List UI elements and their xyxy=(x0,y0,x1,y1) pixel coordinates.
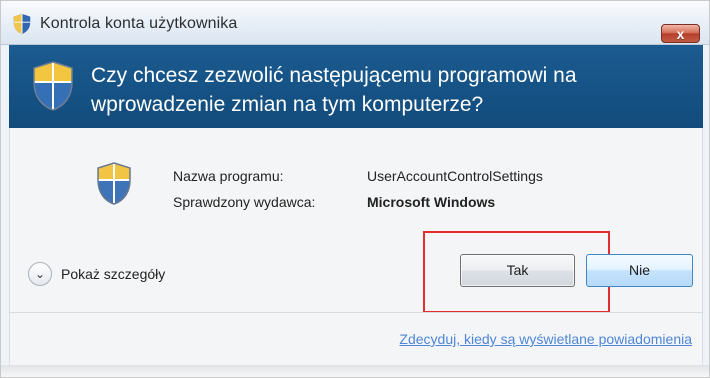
shield-icon xyxy=(97,162,131,205)
shield-icon xyxy=(33,61,73,111)
program-name-value: UserAccountControlSettings xyxy=(367,168,543,184)
uac-dialog-window: Kontrola konta użytkownika x Czy chcesz … xyxy=(0,0,710,378)
program-name-label: Nazwa programu: xyxy=(173,168,284,184)
shield-icon xyxy=(13,13,31,35)
show-details-toggle[interactable]: ⌄ Pokaż szczegóły xyxy=(28,262,165,286)
notification-settings-link[interactable]: Zdecyduj, kiedy są wyświetlane powiadomi… xyxy=(399,331,692,347)
bottom-frame xyxy=(1,365,709,377)
title-bar: Kontrola konta użytkownika x xyxy=(1,1,709,45)
divider xyxy=(10,312,702,313)
publisher-value: Microsoft Windows xyxy=(367,194,496,210)
no-button[interactable]: Nie xyxy=(586,254,693,287)
warning-banner: Czy chcesz zezwolić następującemu progra… xyxy=(9,45,703,128)
uac-question: Czy chcesz zezwolić następującemu progra… xyxy=(91,64,577,116)
close-button[interactable]: x xyxy=(661,24,700,43)
show-details-label[interactable]: Pokaż szczegóły xyxy=(61,266,165,282)
yes-button[interactable]: Tak xyxy=(460,254,575,287)
window-title: Kontrola konta użytkownika xyxy=(40,15,238,32)
dialog-content: Nazwa programu: UserAccountControlSettin… xyxy=(9,128,703,367)
chevron-down-icon[interactable]: ⌄ xyxy=(28,262,52,286)
publisher-label: Sprawdzony wydawca: xyxy=(173,194,316,210)
